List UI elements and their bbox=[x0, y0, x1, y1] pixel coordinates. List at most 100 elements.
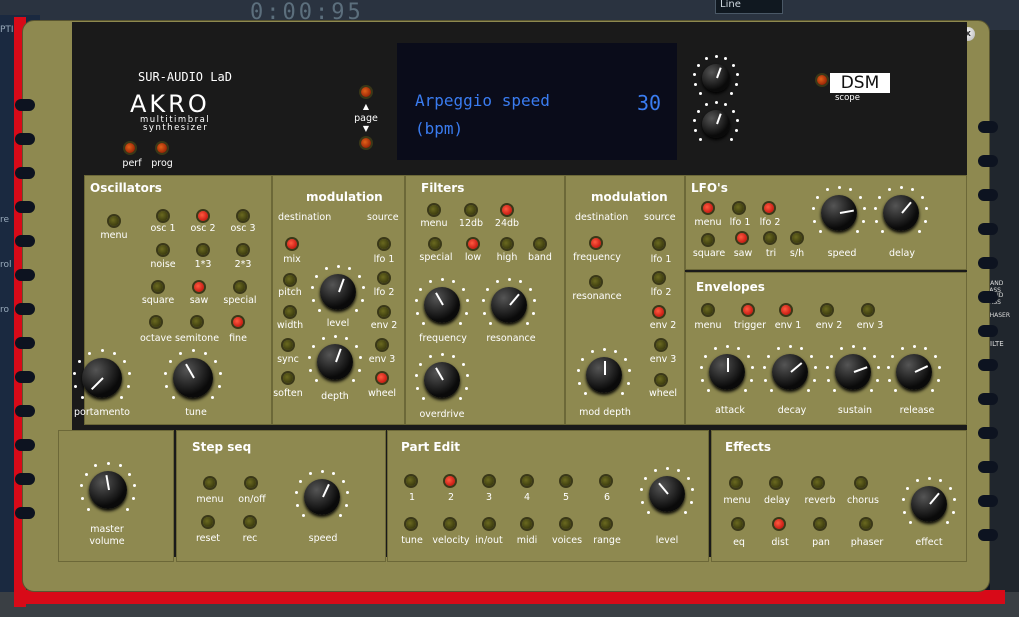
seq-speed-knob[interactable] bbox=[304, 479, 340, 515]
osc3-led[interactable] bbox=[238, 211, 248, 221]
mod-depth2-knob[interactable] bbox=[586, 357, 622, 393]
seq-onoff-led[interactable] bbox=[246, 478, 256, 488]
prog-led[interactable] bbox=[157, 143, 167, 153]
part-5-led[interactable] bbox=[561, 476, 571, 486]
wheel-source2-led[interactable] bbox=[656, 375, 666, 385]
seq-menu-led[interactable] bbox=[205, 478, 215, 488]
lfo-speed-knob[interactable] bbox=[821, 195, 857, 231]
lfo1-source2-led[interactable] bbox=[654, 239, 664, 249]
tune-knob[interactable] bbox=[173, 358, 213, 398]
part-2-led[interactable] bbox=[445, 476, 455, 486]
dist-led[interactable] bbox=[774, 519, 784, 529]
portamento-knob[interactable] bbox=[82, 358, 122, 398]
env2-led[interactable] bbox=[822, 305, 832, 315]
env3-led[interactable] bbox=[863, 305, 873, 315]
high-led[interactable] bbox=[502, 239, 512, 249]
inout-led[interactable] bbox=[484, 519, 494, 529]
perf-led[interactable] bbox=[125, 143, 135, 153]
pitch-led[interactable] bbox=[285, 275, 295, 285]
sync-led[interactable] bbox=[283, 340, 293, 350]
fx-menu-led[interactable] bbox=[731, 478, 741, 488]
page-up-led[interactable] bbox=[361, 87, 371, 97]
mod-depth-knob[interactable] bbox=[317, 344, 353, 380]
special-filter-led[interactable] bbox=[430, 239, 440, 249]
soften-led[interactable] bbox=[283, 373, 293, 383]
saw-led[interactable] bbox=[194, 282, 204, 292]
data-knob-2[interactable] bbox=[702, 110, 730, 138]
band-led[interactable] bbox=[535, 239, 545, 249]
page-down-arrow-icon[interactable]: ▼ bbox=[363, 124, 369, 133]
low-led[interactable] bbox=[468, 239, 478, 249]
mix-led[interactable] bbox=[287, 239, 297, 249]
page-up-arrow-icon[interactable]: ▲ bbox=[363, 102, 369, 111]
seq-reset-led[interactable] bbox=[203, 517, 213, 527]
pan-led[interactable] bbox=[815, 519, 825, 529]
osc2-led[interactable] bbox=[198, 211, 208, 221]
lfo-menu-led[interactable] bbox=[703, 203, 713, 213]
noise-led[interactable] bbox=[158, 245, 168, 255]
12db-led[interactable] bbox=[466, 205, 476, 215]
lfo2-source-led[interactable] bbox=[379, 273, 389, 283]
env-menu-led[interactable] bbox=[703, 305, 713, 315]
lfo-square-led[interactable] bbox=[703, 235, 713, 245]
part-4-led[interactable] bbox=[522, 476, 532, 486]
lfo1-source-led[interactable] bbox=[379, 239, 389, 249]
overdrive-knob[interactable] bbox=[424, 362, 460, 398]
lfo-saw-led[interactable] bbox=[737, 233, 747, 243]
frequency-dest-led[interactable] bbox=[591, 238, 601, 248]
lfo2-source2-led[interactable] bbox=[654, 273, 664, 283]
lfo2-select-led[interactable] bbox=[764, 203, 774, 213]
square-led[interactable] bbox=[153, 282, 163, 292]
lfo-delay-knob[interactable] bbox=[883, 195, 919, 231]
part-6-led[interactable] bbox=[601, 476, 611, 486]
env3-source2-led[interactable] bbox=[656, 340, 666, 350]
master-volume-knob[interactable] bbox=[89, 471, 127, 509]
host-line-select[interactable]: Line bbox=[715, 0, 783, 14]
range-led[interactable] bbox=[601, 519, 611, 529]
decay-knob[interactable] bbox=[772, 354, 808, 390]
part-tune-led[interactable] bbox=[406, 519, 416, 529]
data-knob-1[interactable] bbox=[702, 64, 730, 92]
env2-source2-led[interactable] bbox=[654, 307, 664, 317]
semitone-led[interactable] bbox=[192, 317, 202, 327]
lfo-tri-led[interactable] bbox=[765, 233, 775, 243]
24db-led[interactable] bbox=[502, 205, 512, 215]
resonance-knob[interactable] bbox=[491, 287, 527, 323]
lfo1-select-led[interactable] bbox=[734, 203, 744, 213]
env1-led[interactable] bbox=[781, 305, 791, 315]
frequency-knob[interactable] bbox=[424, 287, 460, 323]
attack-knob[interactable] bbox=[709, 354, 745, 390]
ratio-23-led[interactable] bbox=[238, 245, 248, 255]
midi-led[interactable] bbox=[522, 519, 532, 529]
dsm-logo[interactable]: DSM bbox=[830, 73, 890, 93]
octave-led[interactable] bbox=[151, 317, 161, 327]
scope-led[interactable] bbox=[817, 75, 827, 85]
seq-rec-led[interactable] bbox=[245, 517, 255, 527]
sustain-knob[interactable] bbox=[835, 354, 871, 390]
trigger-led[interactable] bbox=[743, 305, 753, 315]
fine-led[interactable] bbox=[233, 317, 243, 327]
page-down-led[interactable] bbox=[361, 138, 371, 148]
effect-knob[interactable] bbox=[911, 486, 947, 522]
resonance-dest-led[interactable] bbox=[591, 277, 601, 287]
width-led[interactable] bbox=[285, 307, 295, 317]
mod-level-knob[interactable] bbox=[320, 274, 356, 310]
part-1-led[interactable] bbox=[406, 476, 416, 486]
osc-menu-led[interactable] bbox=[109, 216, 119, 226]
env2-source-led[interactable] bbox=[379, 307, 389, 317]
fx-delay-led[interactable] bbox=[771, 478, 781, 488]
filter-menu-led[interactable] bbox=[429, 205, 439, 215]
release-knob[interactable] bbox=[896, 354, 932, 390]
voices-led[interactable] bbox=[561, 519, 571, 529]
special-led[interactable] bbox=[235, 282, 245, 292]
part-3-led[interactable] bbox=[484, 476, 494, 486]
eq-led[interactable] bbox=[733, 519, 743, 529]
reverb-led[interactable] bbox=[813, 478, 823, 488]
ratio-13-led[interactable] bbox=[198, 245, 208, 255]
chorus-led[interactable] bbox=[856, 478, 866, 488]
env3-source-led[interactable] bbox=[377, 340, 387, 350]
part-level-knob[interactable] bbox=[649, 476, 685, 512]
lfo-sh-led[interactable] bbox=[792, 233, 802, 243]
wheel-source-led[interactable] bbox=[377, 373, 387, 383]
osc1-led[interactable] bbox=[158, 211, 168, 221]
